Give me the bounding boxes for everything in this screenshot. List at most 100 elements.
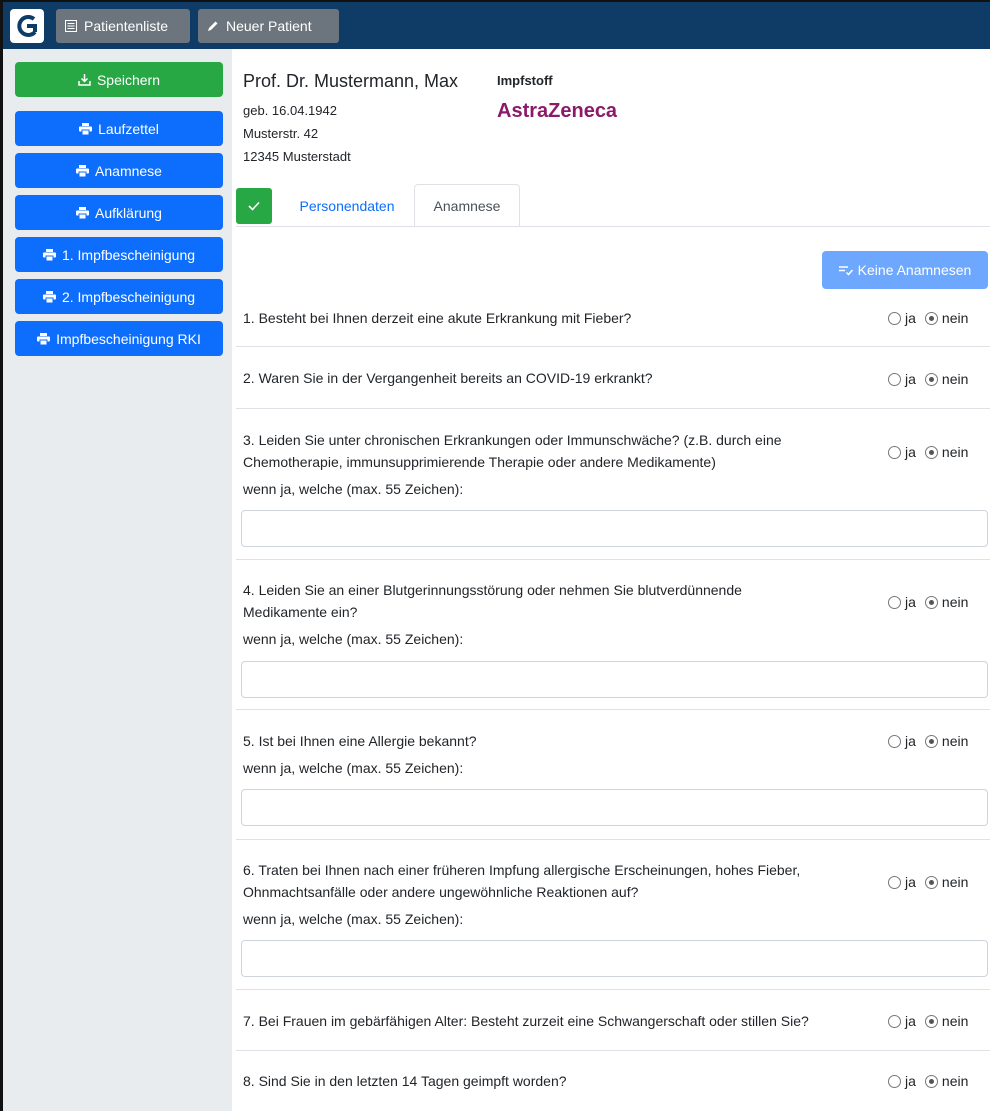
printer-icon	[79, 122, 93, 135]
question-divider	[236, 408, 990, 409]
question-text: 6. Traten bei Ihnen nach einer früheren …	[243, 859, 800, 903]
vaccine-label: Impfstoff	[497, 73, 553, 88]
yes-no-radio-group: ja nein	[888, 310, 977, 326]
radio-ja[interactable]	[888, 1014, 901, 1028]
question-text: 5. Ist bei Ihnen eine Allergie bekannt?	[243, 730, 477, 752]
question-divider	[236, 559, 990, 560]
question-divider	[236, 839, 990, 840]
printer-icon	[37, 332, 51, 345]
radio-nein[interactable]	[924, 595, 938, 609]
yes-no-radio-group: ja nein	[888, 594, 977, 610]
printer-icon	[42, 248, 56, 261]
radio-nein-label: nein	[941, 594, 969, 610]
top-navbar: Patientenliste Neuer Patient	[3, 2, 990, 49]
radio-ja[interactable]	[888, 445, 901, 459]
printer-icon	[76, 206, 90, 219]
question-text: 3. Leiden Sie unter chronischen Erkranku…	[243, 429, 782, 473]
radio-ja[interactable]	[888, 311, 901, 325]
radio-nein[interactable]	[924, 1074, 938, 1088]
yes-no-radio-group: ja nein	[888, 733, 977, 749]
impfbescheinigung-rki-label: Impfbescheinigung RKI	[56, 330, 201, 347]
question-line: Medikamente ein?	[243, 604, 358, 620]
tab-anamnese[interactable]: Anamnese	[414, 184, 520, 227]
question-line: 1. Besteht bei Ihnen derzeit eine akute …	[243, 310, 632, 326]
yes-no-radio-group: ja nein	[888, 444, 977, 460]
question-divider	[236, 989, 990, 990]
question-line: 3. Leiden Sie unter chronischen Erkranku…	[243, 432, 782, 448]
save-button[interactable]: Speichern	[15, 62, 223, 97]
question-text: 8. Sind Sie in den letzten 14 Tagen geim…	[243, 1070, 567, 1092]
save-label: Speichern	[96, 71, 161, 88]
keine-anamnesen-label: Keine Anamnesen	[857, 262, 972, 278]
laufzettel-button[interactable]: Laufzettel	[15, 111, 223, 146]
radio-ja[interactable]	[888, 372, 901, 386]
question-divider	[236, 709, 990, 710]
radio-ja-label: ja	[905, 310, 916, 326]
question-line: 4. Leiden Sie an einer Blutgerinnungsstö…	[243, 582, 742, 598]
yes-no-radio-group: ja nein	[888, 1013, 977, 1029]
radio-nein-label: nein	[941, 310, 969, 326]
radio-ja-label: ja	[905, 371, 916, 387]
radio-ja-label: ja	[905, 1073, 916, 1089]
details-input[interactable]	[241, 940, 988, 977]
anamnese-print-button[interactable]: Anamnese	[15, 153, 223, 188]
radio-nein-label: nein	[941, 1013, 969, 1029]
anamnese-print-label: Anamnese	[95, 162, 162, 179]
radio-nein-label: nein	[941, 371, 969, 387]
laufzettel-label: Laufzettel	[98, 120, 159, 137]
radio-nein[interactable]	[924, 311, 938, 325]
patient-name: Prof. Dr. Mustermann, Max	[243, 71, 459, 91]
aufklaerung-label: Aufklärung	[95, 204, 162, 221]
complete-check-button[interactable]	[236, 188, 272, 224]
question-note: wenn ja, welche (max. 55 Zeichen):	[243, 760, 464, 776]
radio-ja-label: ja	[905, 733, 916, 749]
yes-no-radio-group: ja nein	[888, 874, 977, 890]
list-check-icon	[838, 265, 853, 276]
details-input[interactable]	[241, 661, 988, 698]
radio-nein[interactable]	[924, 372, 938, 386]
question-line: 2. Waren Sie in der Vergangenheit bereit…	[243, 370, 653, 386]
keine-anamnesen-button[interactable]: Keine Anamnesen	[822, 251, 988, 289]
radio-nein[interactable]	[924, 1014, 938, 1028]
question-note: wenn ja, welche (max. 55 Zeichen):	[243, 911, 464, 927]
radio-nein[interactable]	[924, 875, 938, 889]
radio-ja-label: ja	[905, 594, 916, 610]
radio-ja[interactable]	[888, 1074, 901, 1088]
radio-ja-label: ja	[905, 1013, 916, 1029]
question-line: 6. Traten bei Ihnen nach einer früheren …	[243, 862, 801, 878]
question-note: wenn ja, welche (max. 55 Zeichen):	[243, 481, 464, 497]
printer-icon	[76, 164, 90, 177]
radio-nein-label: nein	[941, 444, 969, 460]
radio-nein[interactable]	[924, 445, 938, 459]
radio-nein-label: nein	[941, 1073, 969, 1089]
impfbescheinigung-rki-button[interactable]: Impfbescheinigung RKI	[15, 321, 223, 356]
radio-ja[interactable]	[888, 875, 901, 889]
app-logo[interactable]	[10, 9, 44, 43]
radio-ja[interactable]	[888, 734, 901, 748]
question-note: wenn ja, welche (max. 55 Zeichen):	[243, 631, 464, 647]
new-patient-button[interactable]: Neuer Patient	[198, 9, 339, 43]
impfbescheinigung-2-button[interactable]: 2. Impfbescheinigung	[15, 279, 223, 314]
patient-birthdate: geb. 16.04.1942	[243, 103, 337, 118]
patient-list-button[interactable]: Patientenliste	[56, 9, 190, 43]
aufklaerung-button[interactable]: Aufklärung	[15, 195, 223, 230]
yes-no-radio-group: ja nein	[888, 371, 977, 387]
radio-nein[interactable]	[924, 734, 938, 748]
question-line: 8. Sind Sie in den letzten 14 Tagen geim…	[243, 1073, 567, 1089]
details-input[interactable]	[241, 510, 988, 547]
patient-city: 12345 Musterstadt	[243, 149, 351, 164]
question-line: 5. Ist bei Ihnen eine Allergie bekannt?	[243, 733, 477, 749]
radio-ja-label: ja	[905, 444, 916, 460]
patient-street: Musterstr. 42	[243, 126, 319, 141]
tab-personendaten[interactable]: Personendaten	[283, 184, 411, 227]
question-divider	[236, 1050, 990, 1051]
details-input[interactable]	[241, 789, 988, 826]
radio-ja[interactable]	[888, 595, 901, 609]
list-icon	[65, 20, 77, 32]
radio-nein-label: nein	[941, 733, 969, 749]
impfbescheinigung-1-button[interactable]: 1. Impfbescheinigung	[15, 237, 223, 272]
tab-divider	[236, 226, 990, 227]
impfbescheinigung-1-label: 1. Impfbescheinigung	[61, 246, 196, 263]
question-text: 2. Waren Sie in der Vergangenheit bereit…	[243, 367, 653, 389]
question-divider	[236, 346, 990, 347]
